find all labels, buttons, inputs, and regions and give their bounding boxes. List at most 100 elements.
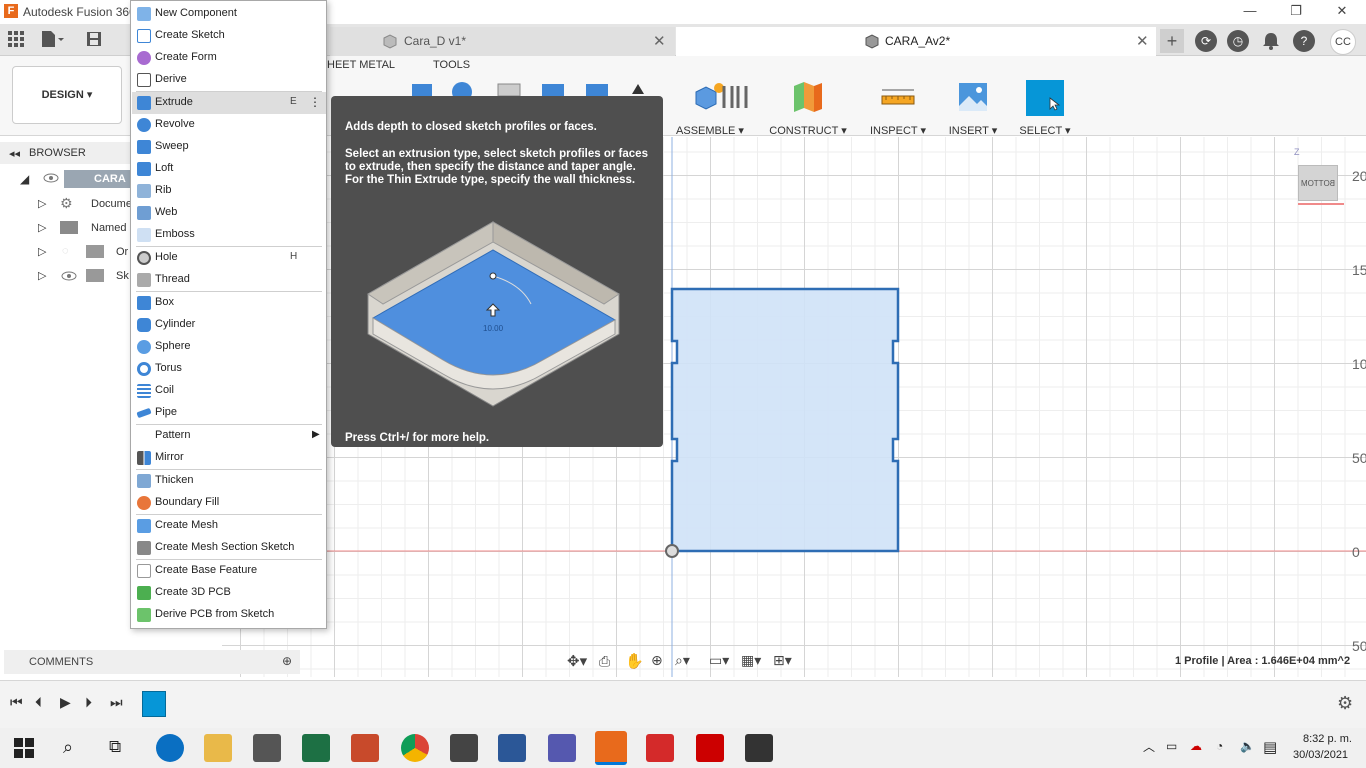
tree-row-document-settings[interactable]: ▷ ⚙ Docume xyxy=(0,192,140,216)
expand-triangle-icon[interactable]: ▷ xyxy=(38,245,46,258)
close-window-button[interactable]: ✕ xyxy=(1319,2,1365,22)
timeline-settings-gear-icon[interactable]: ⚙ xyxy=(1337,693,1353,714)
menu-item-extrude[interactable]: Extrude E ⋮ xyxy=(132,92,326,114)
play-icon[interactable]: ▶ xyxy=(60,694,71,711)
chrome-icon[interactable] xyxy=(401,734,429,762)
menu-item-emboss[interactable]: Emboss xyxy=(132,224,326,246)
file-menu-icon[interactable] xyxy=(40,30,64,48)
expand-triangle-icon[interactable]: ▷ xyxy=(38,269,46,282)
workspace-switcher-button[interactable]: DESIGN ▾ xyxy=(12,66,122,124)
onedrive-error-icon[interactable]: ☁ xyxy=(1190,739,1202,753)
joint-icon[interactable] xyxy=(718,82,750,114)
menu-item-new-component[interactable]: New Component xyxy=(132,3,326,25)
new-tab-plus-icon[interactable]: + xyxy=(1160,29,1184,53)
menu-item-loft[interactable]: Loft xyxy=(132,158,326,180)
menu-item-create-base-feature[interactable]: Create Base Feature xyxy=(132,560,326,582)
restore-button[interactable]: ❐ xyxy=(1273,2,1319,22)
powerpoint-icon[interactable] xyxy=(351,734,379,762)
menu-item-cylinder[interactable]: Cylinder xyxy=(132,314,326,336)
tab-cara-d[interactable]: Cara_D v1* ✕ xyxy=(330,27,675,56)
previous-step-icon[interactable]: ⏴ xyxy=(35,694,42,711)
menu-item-create-mesh[interactable]: Create Mesh xyxy=(132,515,326,537)
excel-icon[interactable] xyxy=(302,734,330,762)
look-at-icon[interactable]: ⎙ xyxy=(599,653,610,670)
menu-item-pattern[interactable]: Pattern ▶ xyxy=(132,425,326,447)
menu-item-sphere[interactable]: Sphere xyxy=(132,336,326,358)
save-icon[interactable] xyxy=(86,31,102,47)
close-tab-icon[interactable]: ✕ xyxy=(653,27,666,56)
fit-icon[interactable]: ⌕▾ xyxy=(675,652,690,669)
select-group[interactable]: SELECT ▾ xyxy=(1005,80,1085,137)
tab-cara-a[interactable]: CARA_Av2* ✕ xyxy=(676,27,1156,56)
viewcube[interactable]: Z BOTTOM xyxy=(1294,147,1344,207)
first-step-icon[interactable]: ⏮ xyxy=(10,694,23,711)
visibility-eye-icon[interactable] xyxy=(61,270,77,282)
menu-item-create-form[interactable]: Create Form xyxy=(132,47,326,69)
menu-item-thicken[interactable]: Thicken xyxy=(132,470,326,492)
visibility-eye-icon[interactable] xyxy=(43,172,59,186)
windows-start-icon[interactable] xyxy=(14,738,34,758)
tab-sheet-metal[interactable]: HEET METAL xyxy=(327,59,395,71)
menu-item-boundary-fill[interactable]: Boundary Fill xyxy=(132,492,326,514)
viewcube-face[interactable]: BOTTOM xyxy=(1298,165,1338,201)
collapse-triangle-icon[interactable]: ◢ xyxy=(20,172,29,186)
menu-item-rib[interactable]: Rib xyxy=(132,180,326,202)
display-settings-icon[interactable]: ▭▾ xyxy=(709,652,729,669)
close-tab-icon[interactable]: ✕ xyxy=(1136,27,1149,56)
expand-triangle-icon[interactable]: ▷ xyxy=(38,221,46,234)
zoom-icon[interactable]: ⊕ xyxy=(651,652,663,669)
menu-item-sweep[interactable]: Sweep xyxy=(132,136,326,158)
menu-item-thread[interactable]: Thread xyxy=(132,269,326,291)
menu-item-create-3d-pcb[interactable]: Create 3D PCB xyxy=(132,582,326,604)
job-status-clock-icon[interactable]: ◷ xyxy=(1227,30,1249,52)
microsoft-store-icon[interactable] xyxy=(253,734,281,762)
insert-group[interactable]: INSERT ▾ xyxy=(933,80,1013,137)
taskbar-clock-time[interactable]: 8:32 p. m. xyxy=(1303,733,1352,745)
add-comment-icon[interactable]: ⊕ xyxy=(282,654,292,668)
expand-triangle-icon[interactable]: ▷ xyxy=(38,197,46,210)
menu-item-create-sketch[interactable]: Create Sketch xyxy=(132,25,326,47)
teams-icon[interactable] xyxy=(548,734,576,762)
fusion-360-taskbar-icon[interactable] xyxy=(595,731,627,765)
photos-icon[interactable] xyxy=(745,734,773,762)
construct-group[interactable]: CONSTRUCT ▾ xyxy=(768,80,848,137)
last-step-icon[interactable]: ⏭ xyxy=(110,694,123,711)
tree-row-sketches[interactable]: ▷ Sk xyxy=(0,264,140,288)
comments-panel[interactable]: COMMENTS ⊕ xyxy=(4,650,300,674)
calculator-icon[interactable] xyxy=(450,734,478,762)
tree-row-origin[interactable]: ▷ ◌ Or xyxy=(0,240,140,264)
menu-item-torus[interactable]: Torus xyxy=(132,358,326,380)
task-view-icon[interactable]: ⧉ xyxy=(109,737,121,757)
menu-item-web[interactable]: Web xyxy=(132,202,326,224)
volume-icon[interactable]: 🔈 xyxy=(1240,739,1255,753)
menu-item-coil[interactable]: Coil xyxy=(132,380,326,402)
wifi-icon[interactable]: ◔ xyxy=(1216,739,1223,753)
extensions-icon[interactable]: ⟳ xyxy=(1195,30,1217,52)
viewports-icon[interactable]: ⊞▾ xyxy=(773,652,792,669)
tab-tools[interactable]: TOOLS xyxy=(433,59,470,71)
minimize-button[interactable]: — xyxy=(1227,2,1273,22)
acrobat-icon[interactable] xyxy=(696,734,724,762)
edge-browser-icon[interactable] xyxy=(156,734,184,762)
tree-root-row[interactable]: ◢ CARA xyxy=(0,168,140,192)
menu-item-pipe[interactable]: Pipe xyxy=(132,402,326,424)
help-question-icon[interactable]: ? xyxy=(1293,30,1315,52)
battery-icon[interactable]: ▭ xyxy=(1166,739,1177,753)
grid-settings-icon[interactable]: ▦▾ xyxy=(741,652,761,669)
next-step-icon[interactable]: ⏵ xyxy=(85,694,92,711)
show-hidden-icons-chevron-icon[interactable]: ︿ xyxy=(1143,738,1155,755)
menu-item-derive-pcb-from-sketch[interactable]: Derive PCB from Sketch xyxy=(132,604,326,626)
file-explorer-icon[interactable] xyxy=(204,734,232,762)
inspect-group[interactable]: INSPECT ▾ xyxy=(858,80,938,137)
menu-item-hole[interactable]: Hole H xyxy=(132,247,326,269)
apps-grid-icon[interactable] xyxy=(8,31,24,47)
collapse-arrow-icon[interactable]: ◂◂ xyxy=(9,147,20,160)
word-icon[interactable] xyxy=(498,734,526,762)
notifications-bell-icon[interactable] xyxy=(1262,31,1280,51)
antivirus-icon[interactable] xyxy=(646,734,674,762)
notification-center-icon[interactable]: ▤ xyxy=(1263,738,1277,756)
menu-item-create-mesh-section-sketch[interactable]: Create Mesh Section Sketch xyxy=(132,537,326,559)
menu-item-box[interactable]: Box xyxy=(132,292,326,314)
orbit-icon[interactable]: ✥▾ xyxy=(567,652,587,670)
search-icon[interactable]: ⌕ xyxy=(63,737,73,758)
